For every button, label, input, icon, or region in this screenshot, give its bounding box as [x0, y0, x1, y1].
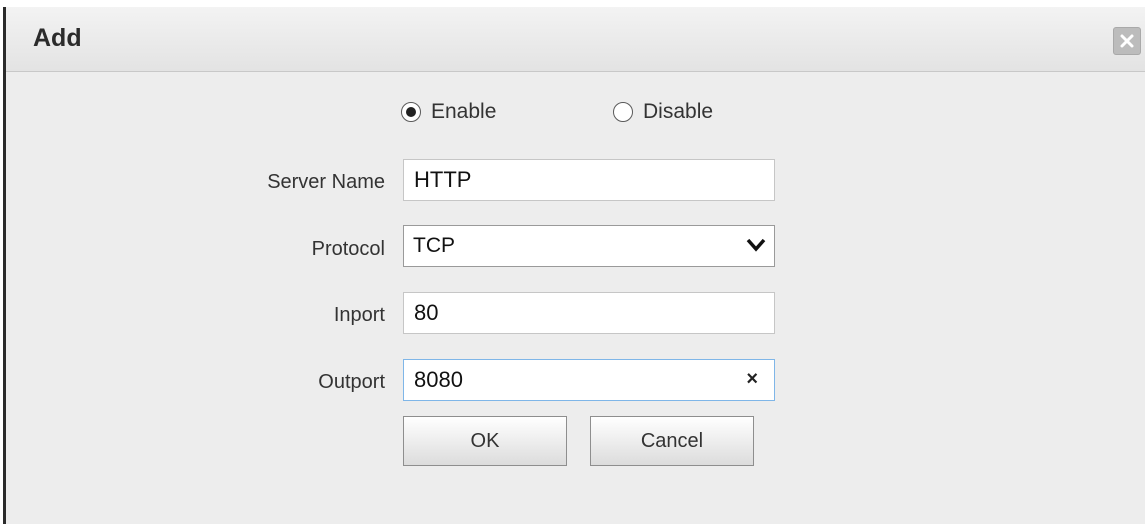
protocol-value: TCP — [413, 234, 455, 257]
add-dialog: Add Enable Disable Server Name HTTP Prot… — [3, 7, 1145, 524]
inport-value: 80 — [414, 300, 439, 325]
clear-input-icon[interactable]: × — [746, 368, 758, 391]
protocol-select[interactable]: TCP — [403, 225, 775, 267]
server-name-value: HTTP — [414, 167, 472, 192]
disable-radio-circle[interactable] — [613, 102, 633, 122]
server-name-field[interactable]: HTTP — [403, 159, 775, 201]
enable-radio[interactable]: Enable — [401, 100, 496, 124]
outport-value: 8080 — [414, 367, 463, 392]
enable-radio-circle[interactable] — [401, 102, 421, 122]
disable-radio[interactable]: Disable — [613, 100, 713, 124]
protocol-label: Protocol — [311, 238, 385, 260]
enable-radio-label: Enable — [431, 100, 497, 123]
cancel-button[interactable]: Cancel — [590, 416, 754, 466]
outport-field[interactable]: 8080 × — [403, 359, 775, 401]
server-name-label: Server Name — [267, 171, 385, 193]
dialog-title: Add — [33, 24, 82, 52]
dialog-title-bar: Add — [6, 7, 1145, 72]
inport-label: Inport — [333, 304, 385, 326]
close-button[interactable] — [1113, 27, 1141, 55]
chevron-down-icon — [746, 238, 766, 252]
disable-radio-label: Disable — [643, 100, 714, 123]
dialog-content: Enable Disable Server Name HTTP Protocol… — [6, 72, 1145, 524]
close-icon — [1120, 34, 1134, 48]
inport-field[interactable]: 80 — [403, 292, 775, 334]
outport-label: Outport — [318, 371, 385, 393]
ok-button[interactable]: OK — [403, 416, 567, 466]
